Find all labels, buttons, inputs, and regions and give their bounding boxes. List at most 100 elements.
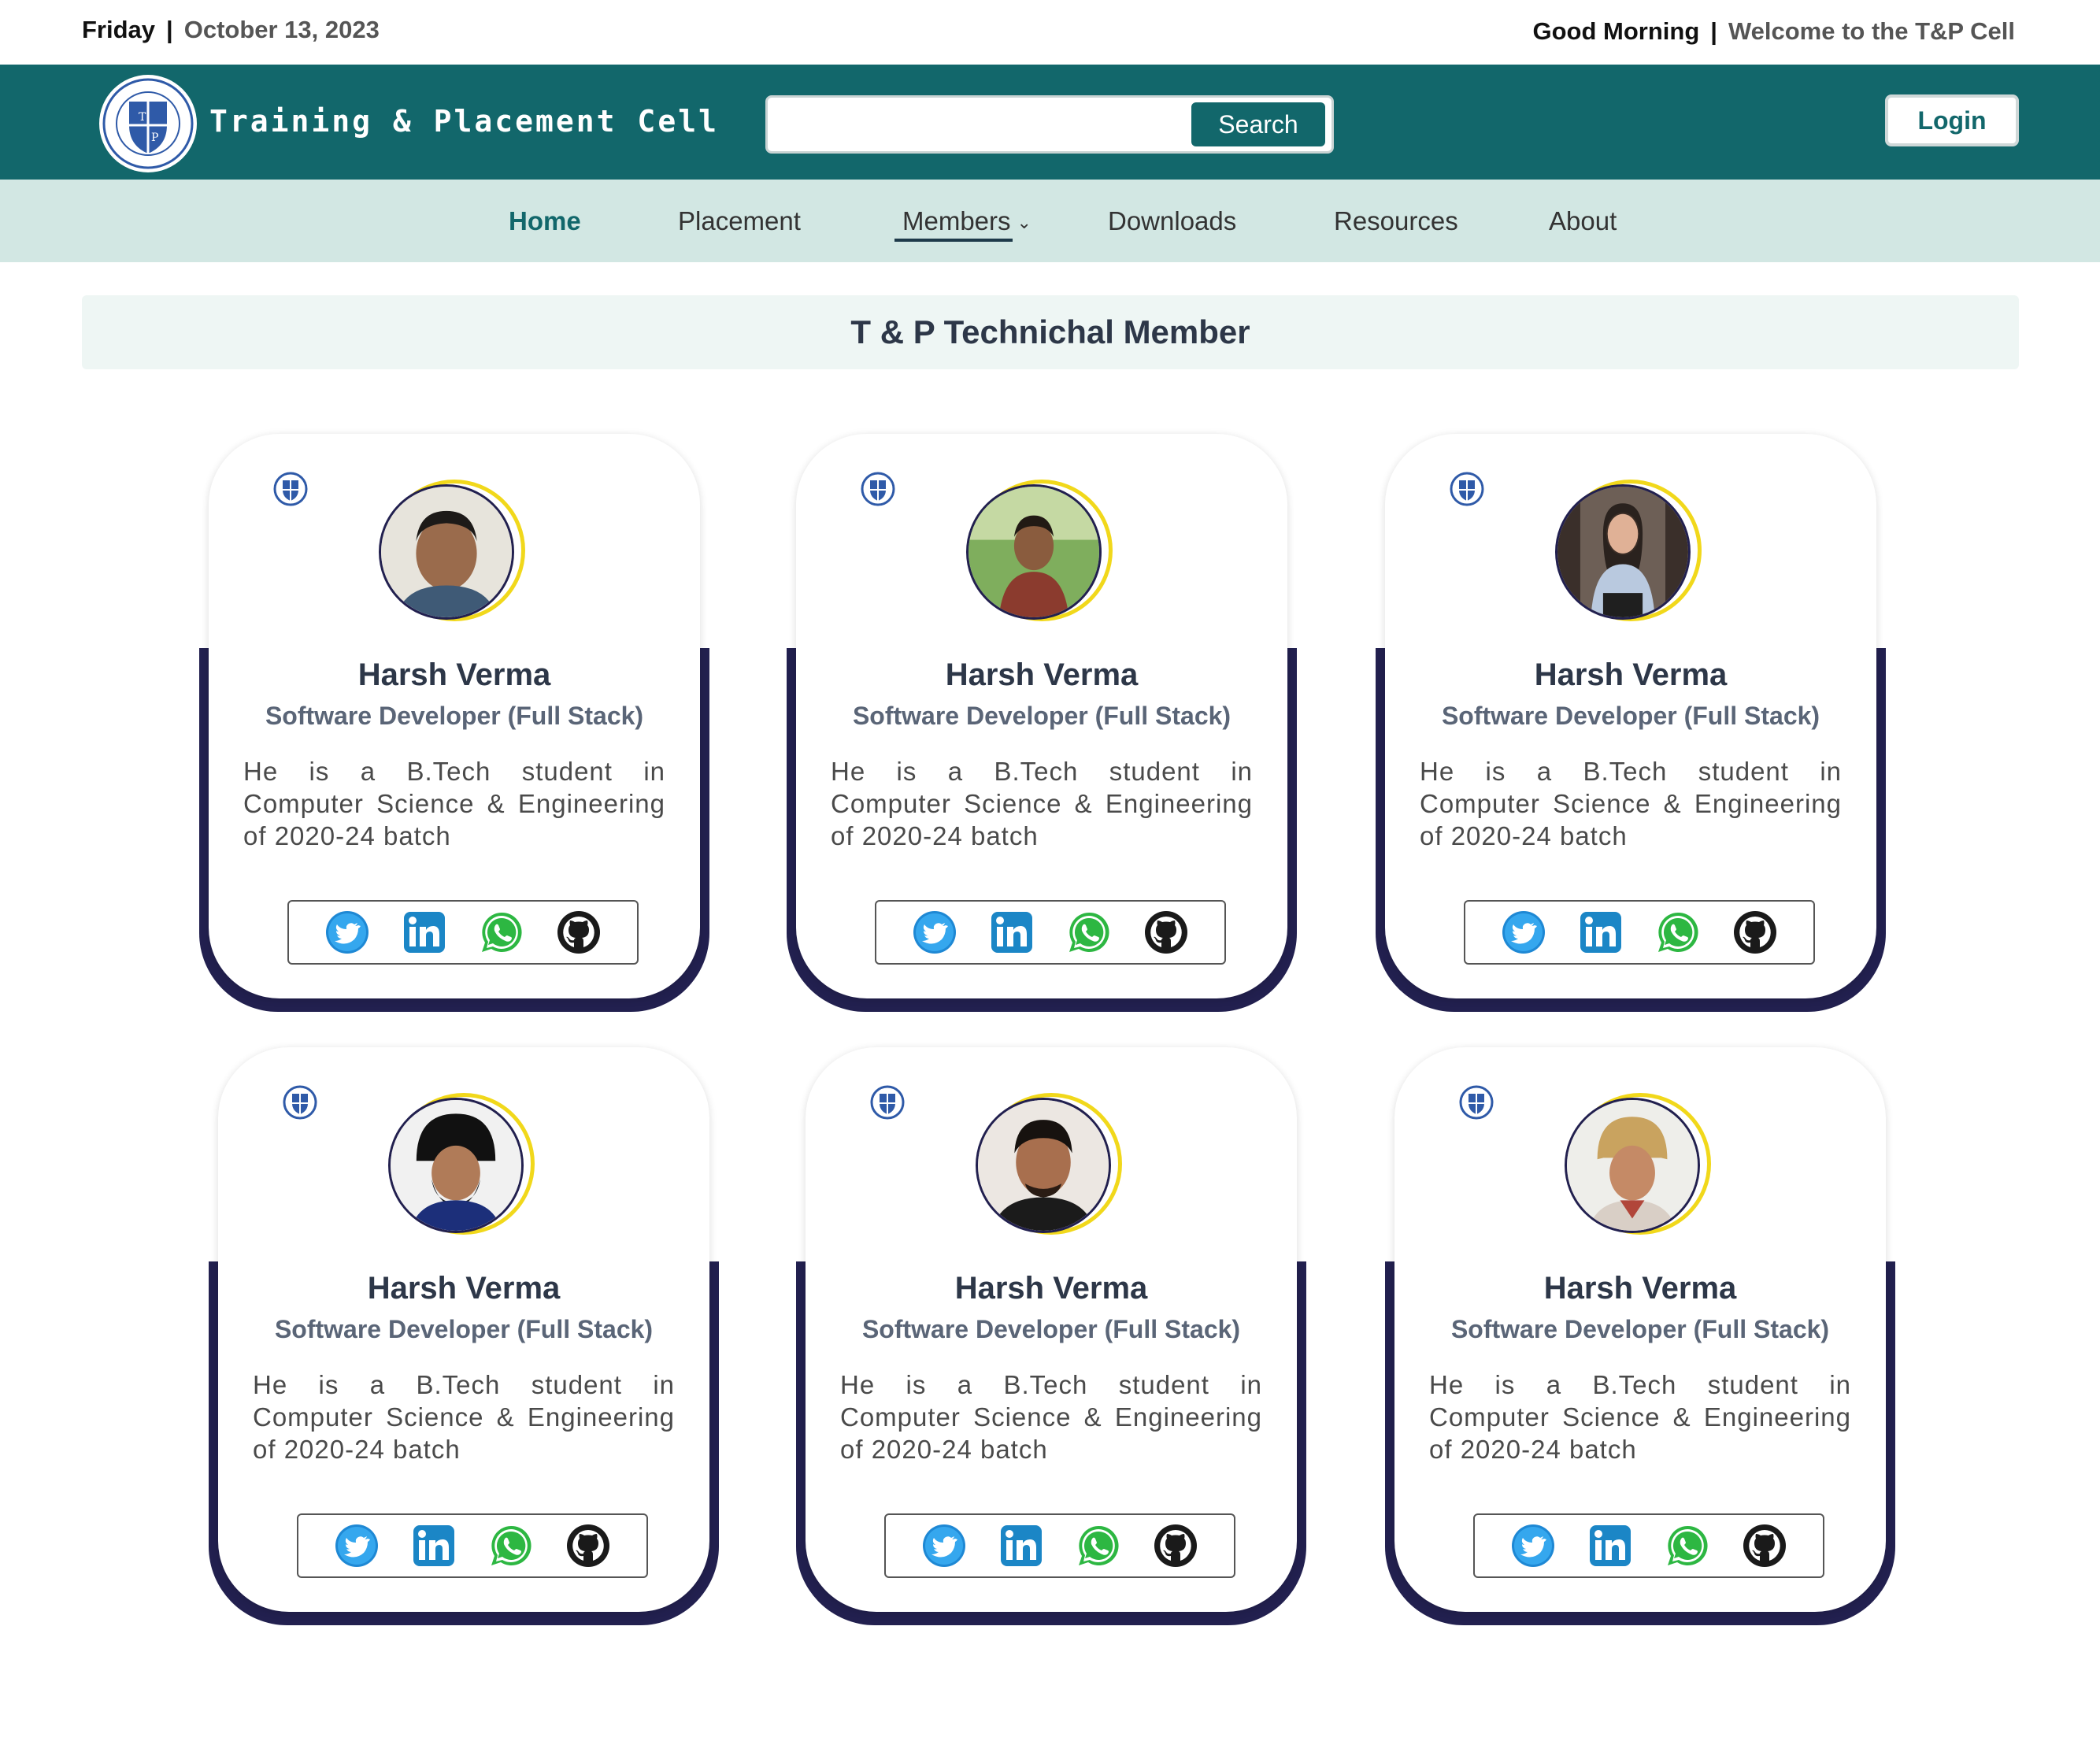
svg-text:T: T: [139, 111, 146, 124]
whatsapp-icon[interactable]: [489, 1524, 533, 1568]
svg-text:P: P: [151, 132, 158, 144]
linkedin-icon[interactable]: [412, 1524, 456, 1568]
welcome-label: Welcome to the T&P Cell: [1728, 17, 2015, 45]
github-icon[interactable]: [1144, 910, 1188, 954]
linkedin-icon[interactable]: [1588, 1524, 1632, 1568]
twitter-icon[interactable]: [335, 1524, 379, 1568]
date-label: October 13, 2023: [183, 16, 380, 43]
nav-item-about[interactable]: About: [1549, 206, 1617, 236]
member-card-6: Harsh Verma Software Developer (Full Sta…: [1385, 1047, 1895, 1625]
member-bio: He is a B.Tech student in Computer Scien…: [840, 1370, 1262, 1464]
twitter-icon[interactable]: [913, 910, 957, 954]
college-badge-icon: [1450, 472, 1484, 506]
member-bio: He is a B.Tech student in Computer Scien…: [253, 1370, 675, 1464]
member-name: Harsh Verma: [1534, 658, 1728, 692]
linkedin-icon[interactable]: [1579, 910, 1623, 954]
whatsapp-icon[interactable]: [1067, 910, 1111, 954]
search-box: Search: [765, 95, 1334, 154]
member-role: Software Developer (Full Stack): [265, 702, 644, 730]
github-icon[interactable]: [557, 910, 601, 954]
section-title: T & P Technichal Member: [82, 295, 2019, 369]
college-badge-icon: [273, 472, 308, 506]
member-role: Software Developer (Full Stack): [1441, 702, 1820, 730]
greeting-label: Good Morning: [1532, 17, 1700, 45]
login-button[interactable]: Login: [1885, 94, 2019, 146]
member-bio: He is a B.Tech student in Computer Scien…: [1429, 1370, 1851, 1464]
brand-title: Training & Placement Cell: [209, 104, 719, 139]
member-role: Software Developer (Full Stack): [1450, 1315, 1830, 1343]
member-card-3: Harsh Verma Software Developer (Full Sta…: [1376, 434, 1886, 1012]
greeting-display: Good Morning | Welcome to the T&P Cell: [1532, 17, 2015, 46]
nav-members-label: Members: [902, 206, 1011, 235]
avatar: [1555, 484, 1691, 620]
college-badge-icon: [861, 472, 895, 506]
college-badge-icon: [870, 1085, 905, 1120]
nav-item-resources[interactable]: Resources: [1334, 206, 1458, 236]
github-icon[interactable]: [1154, 1524, 1198, 1568]
site-header: T P Training & Placement Cell Search Log…: [0, 65, 2100, 180]
twitter-icon[interactable]: [1511, 1524, 1555, 1568]
search-input[interactable]: [774, 102, 1168, 146]
avatar: [388, 1098, 524, 1233]
nav-item-downloads[interactable]: Downloads: [1108, 206, 1236, 236]
whatsapp-icon[interactable]: [480, 910, 524, 954]
nav-item-placement[interactable]: Placement: [678, 206, 801, 236]
member-card-1: Harsh Verma Software Developer (Full Sta…: [199, 434, 709, 1012]
linkedin-icon[interactable]: [990, 910, 1034, 954]
date-display: Friday | October 13, 2023: [82, 16, 380, 44]
avatar: [1565, 1098, 1700, 1233]
card-body: Harsh Verma Software Developer (Full Sta…: [806, 1047, 1297, 1612]
college-badge-icon: [1459, 1085, 1494, 1120]
github-icon[interactable]: [1743, 1524, 1787, 1568]
social-links: [884, 1513, 1235, 1578]
member-role: Software Developer (Full Stack): [274, 1315, 654, 1343]
member-card-5: Harsh Verma Software Developer (Full Sta…: [796, 1047, 1306, 1625]
main-nav: Home Placement Members ⌄ Downloads Resour…: [0, 180, 2100, 262]
college-logo[interactable]: T P: [98, 73, 198, 174]
avatar: [966, 484, 1102, 620]
member-name: Harsh Verma: [1543, 1271, 1737, 1306]
social-links: [297, 1513, 648, 1578]
member-role: Software Developer (Full Stack): [852, 702, 1231, 730]
card-body: Harsh Verma Software Developer (Full Sta…: [218, 1047, 709, 1612]
avatar: [379, 484, 514, 620]
separator: |: [1710, 17, 1717, 45]
member-bio: He is a B.Tech student in Computer Scien…: [243, 757, 665, 850]
member-card-2: Harsh Verma Software Developer (Full Sta…: [787, 434, 1297, 1012]
social-links: [1464, 900, 1815, 965]
search-button[interactable]: Search: [1191, 102, 1325, 146]
member-role: Software Developer (Full Stack): [861, 1315, 1241, 1343]
avatar: [976, 1098, 1111, 1233]
separator: |: [166, 16, 173, 43]
whatsapp-icon[interactable]: [1665, 1524, 1709, 1568]
top-info-bar: Friday | October 13, 2023 Good Morning | Wel…: [0, 0, 2100, 65]
nav-item-members[interactable]: Members ⌄: [902, 206, 1031, 236]
twitter-icon[interactable]: [1502, 910, 1546, 954]
member-name: Harsh Verma: [954, 1271, 1148, 1306]
member-bio: He is a B.Tech student in Computer Scien…: [1420, 757, 1842, 850]
member-card-4: Harsh Verma Software Developer (Full Sta…: [209, 1047, 719, 1625]
social-links: [1473, 1513, 1824, 1578]
social-links: [875, 900, 1226, 965]
card-body: Harsh Verma Software Developer (Full Sta…: [796, 434, 1287, 998]
social-links: [287, 900, 639, 965]
github-icon[interactable]: [566, 1524, 610, 1568]
linkedin-icon[interactable]: [999, 1524, 1043, 1568]
member-name: Harsh Verma: [945, 658, 1139, 692]
whatsapp-icon[interactable]: [1656, 910, 1700, 954]
twitter-icon[interactable]: [922, 1524, 966, 1568]
member-name: Harsh Verma: [367, 1271, 561, 1306]
card-body: Harsh Verma Software Developer (Full Sta…: [209, 434, 700, 998]
whatsapp-icon[interactable]: [1076, 1524, 1120, 1568]
nav-item-home[interactable]: Home: [509, 206, 581, 236]
college-badge-icon: [283, 1085, 317, 1120]
linkedin-icon[interactable]: [402, 910, 446, 954]
chevron-down-icon: ⌄: [1017, 213, 1031, 233]
card-body: Harsh Verma Software Developer (Full Sta…: [1394, 1047, 1886, 1612]
github-icon[interactable]: [1733, 910, 1777, 954]
twitter-icon[interactable]: [325, 910, 369, 954]
day-label: Friday: [82, 16, 156, 43]
card-body: Harsh Verma Software Developer (Full Sta…: [1385, 434, 1876, 998]
member-name: Harsh Verma: [357, 658, 551, 692]
active-nav-underline: [894, 239, 1013, 242]
